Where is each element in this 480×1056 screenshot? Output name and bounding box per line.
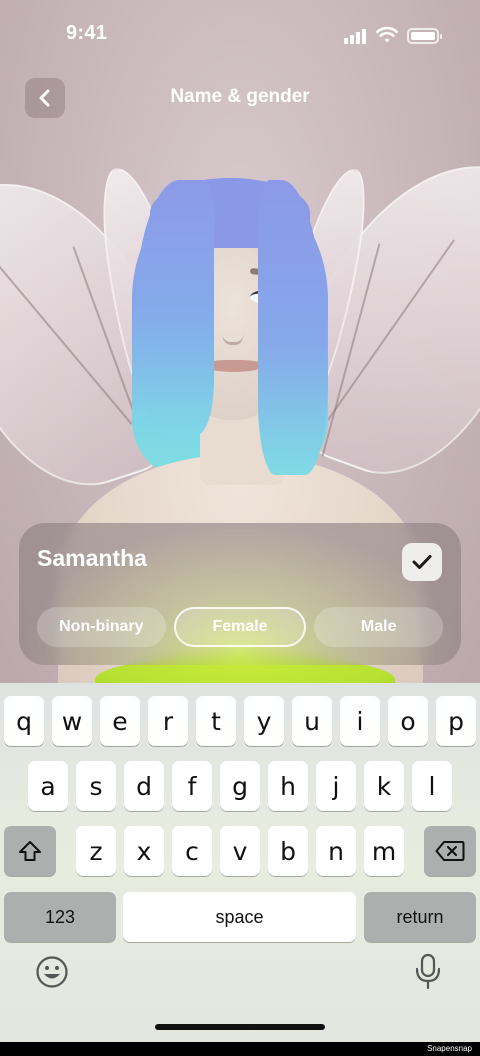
shift-icon (19, 841, 41, 861)
keyboard: q w e r t y u i o p a s d f g h j k l z … (0, 683, 480, 1042)
key-o[interactable]: o (388, 696, 428, 746)
key-b[interactable]: b (268, 826, 308, 876)
key-v[interactable]: v (220, 826, 260, 876)
key-w[interactable]: w (52, 696, 92, 746)
key-a[interactable]: a (28, 761, 68, 811)
delete-key[interactable] (424, 826, 476, 876)
gender-selector: Non-binary Female Male (37, 607, 444, 647)
signal-icon (344, 28, 368, 44)
key-u[interactable]: u (292, 696, 332, 746)
key-t[interactable]: t (196, 696, 236, 746)
status-time: 9:41 (66, 22, 108, 44)
gender-option-non-binary[interactable]: Non-binary (37, 607, 166, 647)
key-f[interactable]: f (172, 761, 212, 811)
status-bar: 9:41 (0, 0, 480, 70)
key-r[interactable]: r (148, 696, 188, 746)
key-q[interactable]: q (4, 696, 44, 746)
wifi-icon (376, 26, 398, 43)
name-input[interactable]: Samantha (37, 545, 147, 572)
microphone-icon[interactable] (414, 953, 442, 991)
key-y[interactable]: y (244, 696, 284, 746)
key-p[interactable]: p (436, 696, 476, 746)
key-e[interactable]: e (100, 696, 140, 746)
key-g[interactable]: g (220, 761, 260, 811)
key-x[interactable]: x (124, 826, 164, 876)
watermark-text: Snapensnap (427, 1044, 472, 1053)
space-key[interactable]: space (123, 892, 356, 942)
key-m[interactable]: m (364, 826, 404, 876)
key-j[interactable]: j (316, 761, 356, 811)
key-s[interactable]: s (76, 761, 116, 811)
key-l[interactable]: l (412, 761, 452, 811)
key-d[interactable]: d (124, 761, 164, 811)
key-i[interactable]: i (340, 696, 380, 746)
battery-icon (407, 28, 442, 44)
gender-option-male[interactable]: Male (314, 607, 444, 647)
name-gender-card: Samantha Non-binary Female Male (19, 523, 461, 665)
key-h[interactable]: h (268, 761, 308, 811)
key-c[interactable]: c (172, 826, 212, 876)
key-n[interactable]: n (316, 826, 356, 876)
shift-key[interactable] (4, 826, 56, 876)
emoji-icon[interactable] (35, 955, 69, 989)
numbers-key[interactable]: 123 (4, 892, 116, 942)
delete-icon (435, 841, 465, 861)
key-k[interactable]: k (364, 761, 404, 811)
home-indicator (155, 1024, 325, 1030)
key-z[interactable]: z (76, 826, 116, 876)
return-key[interactable]: return (364, 892, 476, 942)
gender-option-female[interactable]: Female (173, 607, 307, 647)
page-title: Name & gender (170, 86, 310, 107)
checkmark-icon (412, 555, 432, 569)
footer-bar: Snapensnap (0, 1042, 480, 1056)
confirm-button[interactable] (402, 543, 442, 581)
